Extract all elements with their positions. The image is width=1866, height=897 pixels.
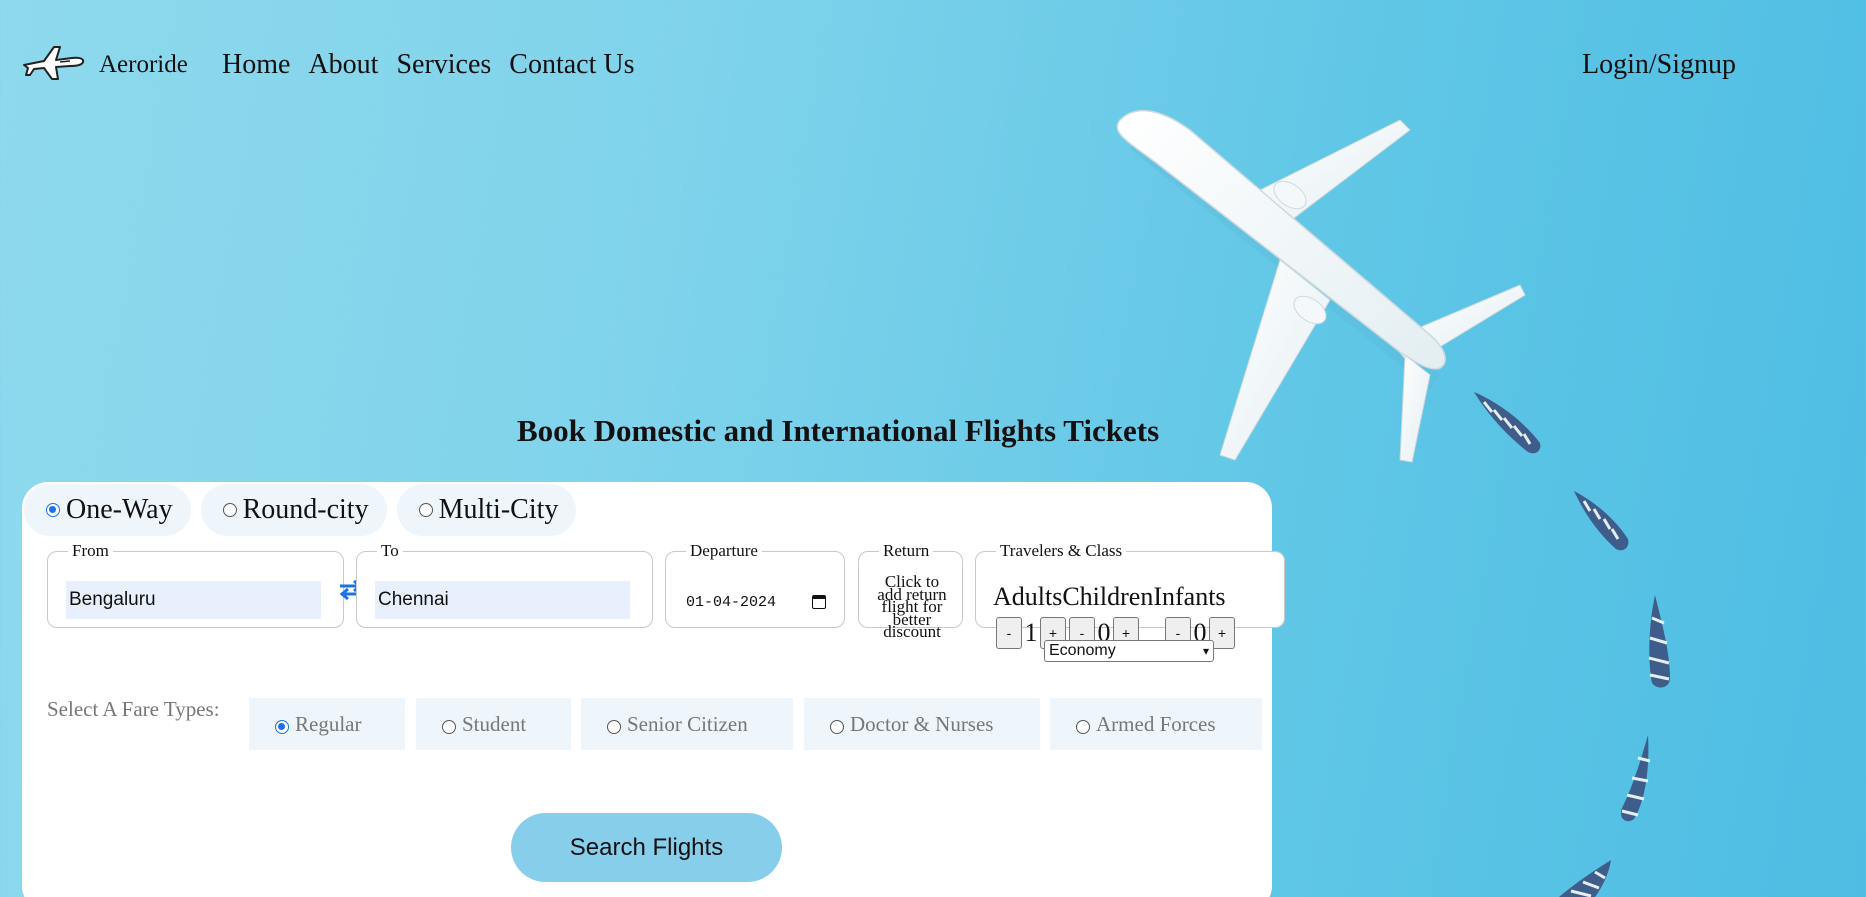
brand-name: Aeroride: [99, 51, 188, 78]
fare-option-regular[interactable]: Regular: [249, 698, 405, 750]
fare-type-label: Select A Fare Types:: [47, 697, 220, 721]
calendar-icon[interactable]: [812, 595, 826, 609]
radio-icon: [46, 503, 60, 517]
fare-option-doctor-nurses[interactable]: Doctor & Nurses: [804, 698, 1040, 750]
fare-option-armed-forces[interactable]: Armed Forces: [1050, 698, 1262, 750]
from-label: From: [72, 541, 109, 560]
fare-option-senior-citizen[interactable]: Senior Citizen: [581, 698, 793, 750]
fare-option-student[interactable]: Student: [416, 698, 571, 750]
nav-links: Home About Services Contact Us: [222, 40, 653, 90]
travelers-label: Travelers & Class: [1000, 541, 1123, 560]
fare-option-label: Senior Citizen: [627, 711, 748, 736]
from-input[interactable]: Bengaluru: [66, 581, 321, 619]
to-field-group: To Chennai: [356, 541, 653, 628]
departure-label: Departure: [690, 541, 758, 560]
trip-type-tabs: One-Way Round-city Multi-City: [24, 484, 577, 536]
radio-icon: [607, 720, 621, 734]
departure-date-value: 01-04-2024: [686, 593, 777, 611]
trip-tab-label: One-Way: [66, 494, 173, 525]
from-field-group: From Bengaluru: [47, 541, 344, 628]
radio-icon: [830, 720, 844, 734]
radio-icon: [275, 720, 289, 734]
trip-tab-label: Multi-City: [438, 494, 559, 525]
children-label: Children: [1062, 582, 1154, 611]
nav-link-services[interactable]: Services: [396, 49, 491, 81]
return-field-group: Return Click to add return flight for be…: [858, 541, 963, 640]
seashell-decoration: [1474, 392, 1541, 454]
adults-count: 1: [1024, 618, 1038, 647]
travel-class-select[interactable]: Economy ▾: [1044, 640, 1214, 662]
fare-option-label: Regular: [295, 711, 362, 736]
trip-tab-multi-city[interactable]: Multi-City: [396, 484, 577, 536]
seashell-decoration: [1574, 491, 1629, 551]
nav-link-about[interactable]: About: [308, 49, 378, 81]
fare-option-label: Student: [462, 711, 527, 736]
radio-icon: [222, 503, 237, 517]
travelers-class-group: Travelers & Class Adults Children Infant…: [975, 541, 1285, 649]
chevron-down-icon: ▾: [1202, 644, 1209, 658]
traveler-type-headings: Adults Children Infants: [993, 582, 1226, 612]
adults-decrement-button[interactable]: -: [996, 617, 1022, 649]
travel-class-value: Economy: [1049, 642, 1116, 659]
to-label: To: [381, 541, 399, 560]
login-signup-link[interactable]: Login/Signup: [1582, 40, 1736, 90]
seashell-decoration: [1559, 860, 1611, 897]
radio-icon: [418, 503, 433, 517]
search-flights-button[interactable]: Search Flights: [511, 813, 782, 882]
add-return-flight-link[interactable]: Click to add return flight for better di…: [871, 573, 953, 640]
nav-link-home[interactable]: Home: [222, 49, 290, 81]
departure-date-input[interactable]: 01-04-2024: [686, 589, 826, 615]
airplane-logo-icon: [20, 43, 86, 88]
adults-label: Adults: [993, 582, 1063, 611]
trip-tab-round-city[interactable]: Round-city: [200, 484, 387, 536]
trip-tab-one-way[interactable]: One-Way: [24, 484, 191, 536]
radio-icon: [442, 720, 456, 734]
seashell-decoration: [1620, 735, 1651, 822]
nav-link-contact[interactable]: Contact Us: [509, 49, 634, 81]
page-headline: Book Domestic and International Flights …: [517, 413, 1160, 448]
brand[interactable]: Aeroride: [20, 40, 188, 90]
return-label: Return: [883, 541, 930, 560]
trip-tab-label: Round-city: [242, 494, 369, 525]
fare-option-label: Doctor & Nurses: [850, 711, 994, 736]
fare-option-label: Armed Forces: [1096, 711, 1216, 736]
seashell-decoration: [1648, 595, 1670, 688]
top-nav: Aeroride Home About Services Contact Us …: [20, 40, 1846, 90]
infants-label: Infants: [1153, 582, 1226, 611]
departure-field-group: Departure 01-04-2024: [665, 541, 845, 628]
to-input[interactable]: Chennai: [375, 581, 630, 619]
radio-icon: [1076, 720, 1090, 734]
